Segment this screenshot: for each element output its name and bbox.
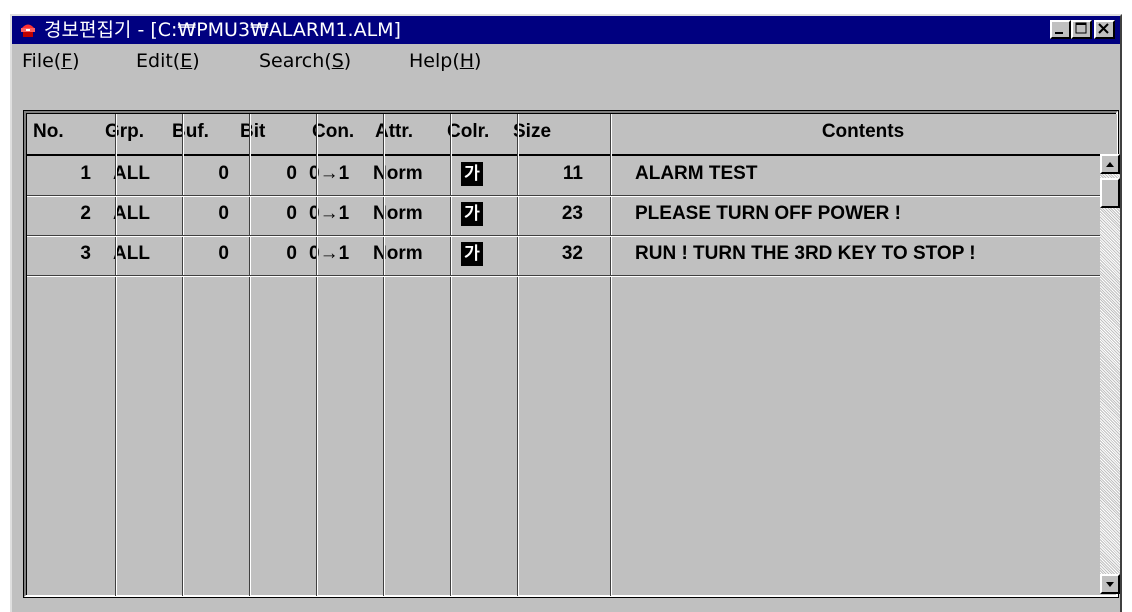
column-divider-highlight bbox=[384, 114, 385, 596]
grid-header: No. Grp. Buf. Bit Con. Attr. Colr. Size … bbox=[27, 114, 1117, 156]
color-swatch: 가 bbox=[461, 201, 483, 226]
cell-size[interactable]: 11 bbox=[517, 156, 583, 192]
arrow-down-icon bbox=[1106, 582, 1114, 587]
cell-contents[interactable]: ALARM TEST bbox=[635, 156, 1101, 192]
maximize-icon bbox=[1075, 22, 1087, 34]
menu-file-suffix: ) bbox=[72, 50, 80, 72]
cell-bit[interactable]: 0 bbox=[245, 156, 297, 192]
menu-search-suffix: ) bbox=[343, 50, 352, 72]
cell-colr[interactable]: 가 bbox=[461, 156, 501, 192]
alarm-editor-window: 경보편집기 - [C:₩PMU3₩ALARM1.ALM] File(F) Edi… bbox=[10, 14, 1122, 612]
header-no[interactable]: No. bbox=[33, 114, 93, 150]
scroll-up-button[interactable] bbox=[1100, 154, 1120, 174]
maximize-button[interactable] bbox=[1071, 20, 1092, 39]
menu-help-label: Help( bbox=[409, 50, 460, 72]
cell-size[interactable]: 23 bbox=[517, 196, 583, 232]
header-size[interactable]: Size bbox=[513, 114, 593, 150]
menu-help-key: H bbox=[459, 50, 475, 72]
cell-size[interactable]: 32 bbox=[517, 236, 583, 272]
cell-buf[interactable]: 0 bbox=[177, 236, 229, 272]
row-divider-highlight bbox=[27, 276, 1100, 277]
cell-grp[interactable]: ALL bbox=[113, 236, 173, 272]
menu-edit-key: E bbox=[180, 50, 193, 72]
vertical-scrollbar[interactable] bbox=[1100, 154, 1120, 594]
cell-con[interactable]: 0→1 bbox=[309, 236, 379, 272]
alarm-grid[interactable]: No. Grp. Buf. Bit Con. Attr. Colr. Size … bbox=[23, 110, 1120, 598]
header-buf[interactable]: Buf. bbox=[172, 114, 232, 150]
scroll-thumb[interactable] bbox=[1100, 178, 1120, 208]
cell-colr[interactable]: 가 bbox=[461, 236, 501, 272]
menu-search[interactable]: Search(S) bbox=[259, 50, 351, 72]
column-divider-highlight bbox=[116, 114, 117, 596]
cell-buf[interactable]: 0 bbox=[177, 156, 229, 192]
menu-file[interactable]: File(F) bbox=[22, 50, 80, 72]
color-swatch: 가 bbox=[461, 161, 483, 186]
row-divider-highlight bbox=[27, 196, 1100, 197]
cell-no[interactable]: 1 bbox=[27, 156, 91, 192]
menu-search-key: S bbox=[331, 50, 344, 72]
column-divider-highlight bbox=[611, 114, 612, 596]
menu-help-suffix: ) bbox=[474, 50, 482, 72]
cell-grp[interactable]: ALL bbox=[113, 156, 173, 192]
header-con[interactable]: Con. bbox=[312, 114, 372, 150]
header-colr[interactable]: Colr. bbox=[447, 114, 511, 150]
cell-con[interactable]: 0→1 bbox=[309, 156, 379, 192]
menu-bar: File(F) Edit(E) Search(S) Help(H) bbox=[12, 46, 1120, 76]
cell-colr[interactable]: 가 bbox=[461, 196, 501, 232]
menu-edit[interactable]: Edit(E) bbox=[136, 50, 200, 72]
color-swatch: 가 bbox=[461, 241, 483, 266]
cell-grp[interactable]: ALL bbox=[113, 196, 173, 232]
column-divider-highlight bbox=[451, 114, 452, 596]
cell-contents[interactable]: RUN ! TURN THE 3RD KEY TO STOP ! bbox=[635, 236, 1101, 272]
cell-bit[interactable]: 0 bbox=[245, 196, 297, 232]
cell-con[interactable]: 0→1 bbox=[309, 196, 379, 232]
cell-no[interactable]: 3 bbox=[27, 236, 91, 272]
arrow-up-icon bbox=[1106, 162, 1114, 167]
cell-contents[interactable]: PLEASE TURN OFF POWER ! bbox=[635, 196, 1101, 232]
close-button[interactable] bbox=[1094, 20, 1115, 39]
close-icon bbox=[1098, 23, 1109, 34]
column-divider-highlight bbox=[183, 114, 184, 596]
column-divider-highlight bbox=[518, 114, 519, 596]
cell-bit[interactable]: 0 bbox=[245, 236, 297, 272]
scroll-down-button[interactable] bbox=[1100, 574, 1120, 594]
alarm-bell-icon[interactable] bbox=[18, 20, 38, 40]
header-grp[interactable]: Grp. bbox=[105, 114, 165, 150]
column-divider-highlight bbox=[250, 114, 251, 596]
title-bar[interactable]: 경보편집기 - [C:₩PMU3₩ALARM1.ALM] bbox=[12, 16, 1120, 44]
menu-file-label: File( bbox=[22, 50, 62, 72]
window-title: 경보편집기 - [C:₩PMU3₩ALARM1.ALM] bbox=[44, 19, 401, 41]
menu-edit-label: Edit( bbox=[136, 50, 181, 72]
menu-search-label: Search( bbox=[259, 50, 332, 72]
menu-help[interactable]: Help(H) bbox=[409, 50, 481, 72]
menu-file-key: F bbox=[61, 50, 73, 72]
cell-no[interactable]: 2 bbox=[27, 196, 91, 232]
row-divider-highlight bbox=[27, 236, 1100, 237]
column-divider-highlight bbox=[317, 114, 318, 596]
menu-edit-suffix: ) bbox=[192, 50, 200, 72]
minimize-icon bbox=[1055, 32, 1063, 34]
minimize-button[interactable] bbox=[1050, 20, 1071, 39]
cell-buf[interactable]: 0 bbox=[177, 196, 229, 232]
header-contents[interactable]: Contents bbox=[603, 114, 1123, 150]
